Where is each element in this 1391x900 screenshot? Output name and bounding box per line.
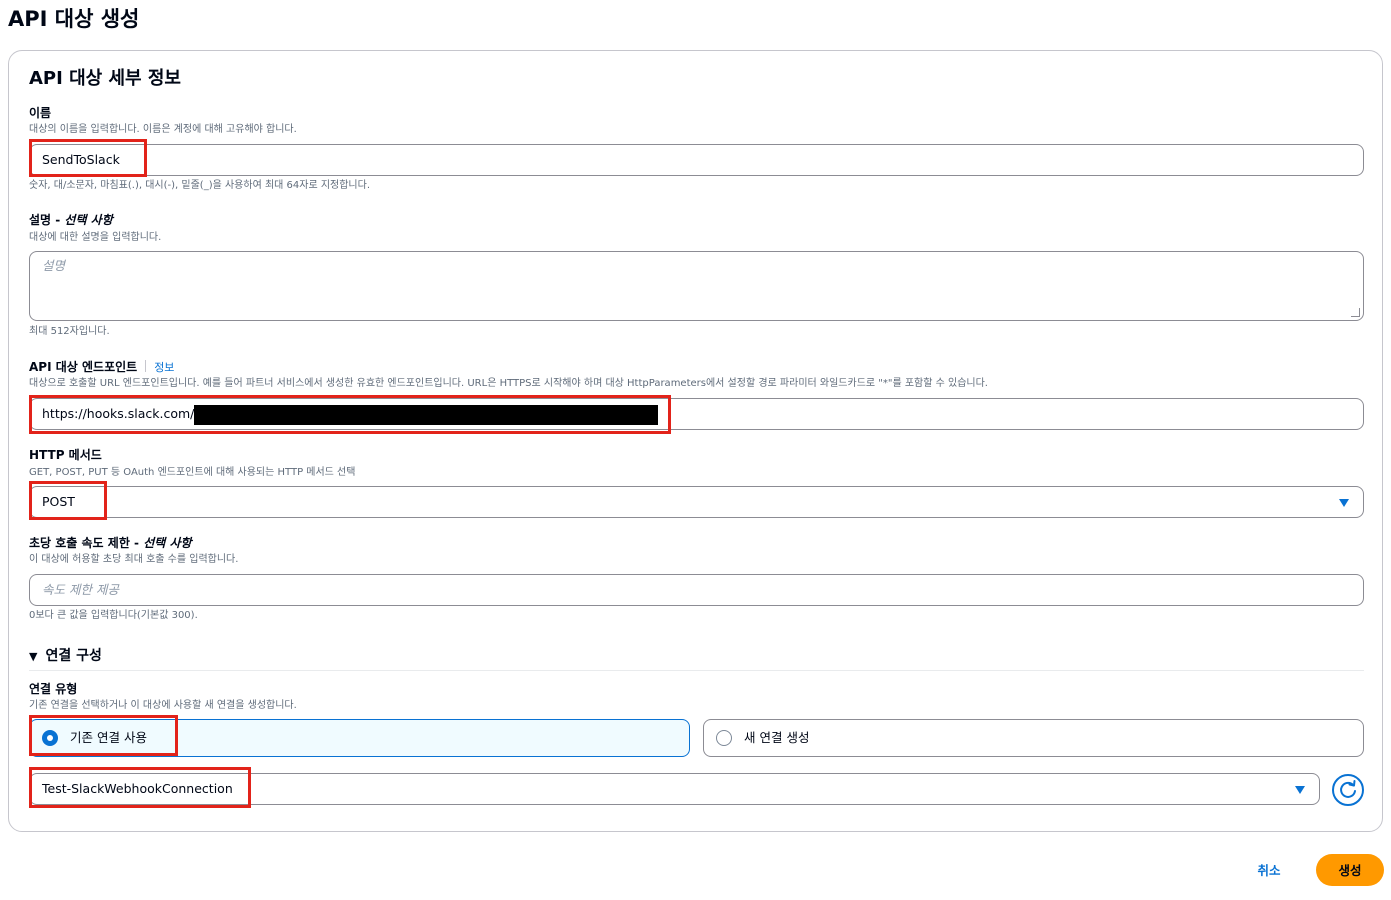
http-method-label: HTTP 메서드 [29,448,102,462]
radio-tile-existing-connection[interactable]: 기존 연결 사용 [29,719,690,757]
refresh-icon [1340,780,1356,798]
connection-type-description: 기존 연결을 선택하거나 이 대상에 사용할 새 연결을 생성합니다. [29,700,297,711]
label-separator [145,360,147,372]
name-constraint: 숫자, 대/소문자, 마침표(.), 대시(-), 밑줄(_)을 사용하여 최대… [29,180,371,191]
description-textarea[interactable]: 설명 [29,251,1364,321]
existing-connection-label: 기존 연결 사용 [70,730,147,745]
description-constraint: 최대 512자입니다. [29,326,110,337]
endpoint-info-link[interactable]: 정보 [154,361,174,374]
name-input-value: SendToSlack [42,152,120,167]
radio-selected-icon [42,730,58,746]
rate-limit-optional-tag: 선택 사항 [143,536,192,550]
description-help: 대상에 대한 설명을 입력합니다. [29,232,162,243]
refresh-button[interactable] [1332,774,1364,806]
chevron-down-icon [1295,786,1305,794]
description-optional-tag: 선택 사항 [64,213,113,227]
divider [29,670,1364,671]
page-title: API 대상 생성 [8,7,140,31]
radio-unselected-icon [716,730,732,746]
caret-down-icon: ▼ [29,650,38,663]
name-label: 이름 [29,106,52,120]
rate-limit-placeholder: 속도 제한 제공 [42,582,119,597]
connection-type-label: 연결 유형 [29,682,78,696]
rate-limit-description: 이 대상에 허용할 초당 최대 호출 수를 입력합니다. [29,554,239,565]
rate-limit-input[interactable]: 속도 제한 제공 [29,574,1364,606]
http-method-select[interactable]: POST [29,486,1364,518]
http-method-description: GET, POST, PUT 등 OAuth 엔드포인트에 대해 사용되는 HT… [29,467,356,478]
rate-limit-constraint: 0보다 큰 값을 입력합니다(기본값 300). [29,610,198,621]
new-connection-label: 새 연결 생성 [744,730,810,745]
connection-select[interactable]: Test-SlackWebhookConnection [29,773,1320,805]
section-title: API 대상 세부 정보 [29,68,181,89]
resize-handle[interactable] [1351,308,1360,317]
api-destination-details-panel: API 대상 세부 정보 이름 대상의 이름을 입력합니다. 이름은 계정에 대… [8,50,1383,832]
http-method-value: POST [42,494,75,509]
redacted-block [194,404,659,425]
endpoint-description: 대상으로 호출할 URL 엔드포인트입니다. 예를 들어 파트너 서비스에서 생… [29,378,988,389]
create-button[interactable]: 생성 [1316,854,1384,886]
connection-config-expander[interactable]: ▼ 연결 구성 [29,646,102,667]
rate-limit-label: 초당 호출 속도 제한 - 선택 사항 [29,536,192,550]
radio-tile-new-connection[interactable]: 새 연결 생성 [703,719,1364,757]
chevron-down-icon [1339,499,1349,507]
description-label: 설명 - 선택 사항 [29,213,113,227]
name-description: 대상의 이름을 입력합니다. 이름은 계정에 대해 고유해야 합니다. [29,124,297,135]
connection-config-title: 연결 구성 [45,648,102,664]
cancel-button[interactable]: 취소 [1236,856,1302,884]
endpoint-input[interactable]: https://hooks.slack.com/ [29,398,1364,430]
endpoint-input-value: https://hooks.slack.com/ [42,406,195,421]
connection-select-value: Test-SlackWebhookConnection [42,781,233,796]
description-placeholder: 설명 [42,258,66,273]
endpoint-label: API 대상 엔드포인트 정보 [29,360,175,374]
name-input[interactable]: SendToSlack [29,144,1364,176]
